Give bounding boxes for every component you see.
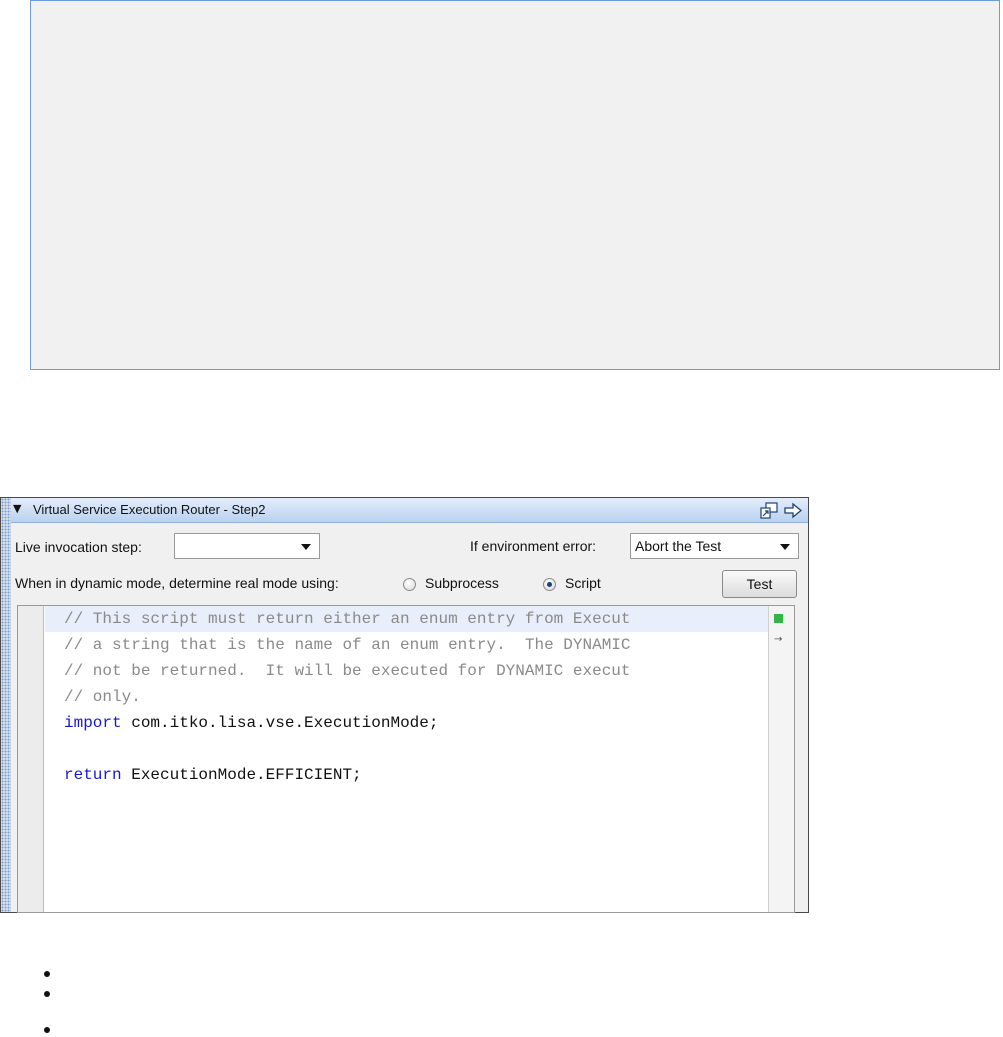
env-error-label: If environment error:	[470, 538, 597, 554]
subprocess-radio[interactable]	[403, 578, 416, 591]
env-error-value: Abort the Test	[635, 538, 722, 554]
test-button[interactable]: Test	[722, 570, 797, 598]
list-item	[44, 971, 50, 977]
dock-arrow-icon[interactable]	[784, 502, 802, 519]
code-line[interactable]: import com.itko.lisa.vse.ExecutionMode;	[45, 710, 768, 736]
panel-title: Virtual Service Execution Router - Step2	[33, 502, 266, 517]
editor-gutter	[18, 606, 44, 912]
restore-window-icon[interactable]	[760, 502, 778, 519]
code-line[interactable]: // only.	[45, 684, 768, 710]
env-error-select[interactable]: Abort the Test	[630, 533, 799, 559]
code-line[interactable]: // a string that is the name of an enum …	[45, 632, 768, 658]
return-expression: ExecutionMode.EFFICIENT;	[131, 766, 362, 784]
live-invocation-label: Live invocation step:	[15, 539, 142, 555]
script-editor[interactable]: // This script must return either an enu…	[17, 605, 795, 913]
keyword-import: import	[64, 714, 122, 732]
panel-titlebar[interactable]: ▼ Virtual Service Execution Router - Ste…	[11, 498, 808, 523]
code-area[interactable]: // This script must return either an enu…	[45, 606, 768, 912]
subprocess-radio-label[interactable]: Subprocess	[425, 575, 499, 591]
panel-drag-handle[interactable]	[1, 498, 11, 912]
status-ok-icon	[774, 614, 783, 623]
code-line[interactable]: // not be returned. It will be executed …	[45, 658, 768, 684]
editor-error-stripe[interactable]: →	[768, 606, 794, 912]
collapse-triangle-icon[interactable]: ▼	[13, 502, 21, 515]
live-invocation-select[interactable]	[174, 533, 320, 559]
dynamic-mode-label: When in dynamic mode, determine real mod…	[15, 575, 339, 591]
script-radio[interactable]	[543, 578, 556, 591]
code-line[interactable]: // This script must return either an enu…	[45, 606, 768, 632]
code-line[interactable]: return ExecutionMode.EFFICIENT;	[45, 762, 768, 788]
list-item	[44, 991, 50, 997]
script-radio-label[interactable]: Script	[565, 575, 601, 591]
step-editor-panel: ▼ Virtual Service Execution Router - Ste…	[0, 497, 809, 913]
panel-body: ▼ Virtual Service Execution Router - Ste…	[11, 498, 808, 913]
code-line[interactable]	[45, 736, 768, 762]
chevron-down-icon	[780, 544, 790, 550]
keyword-return: return	[64, 766, 122, 784]
list-item	[44, 1027, 50, 1033]
caret-position-icon: →	[774, 634, 783, 645]
chevron-down-icon	[301, 544, 311, 550]
top-content-box	[30, 0, 1000, 370]
import-target: com.itko.lisa.vse.ExecutionMode;	[131, 714, 439, 732]
